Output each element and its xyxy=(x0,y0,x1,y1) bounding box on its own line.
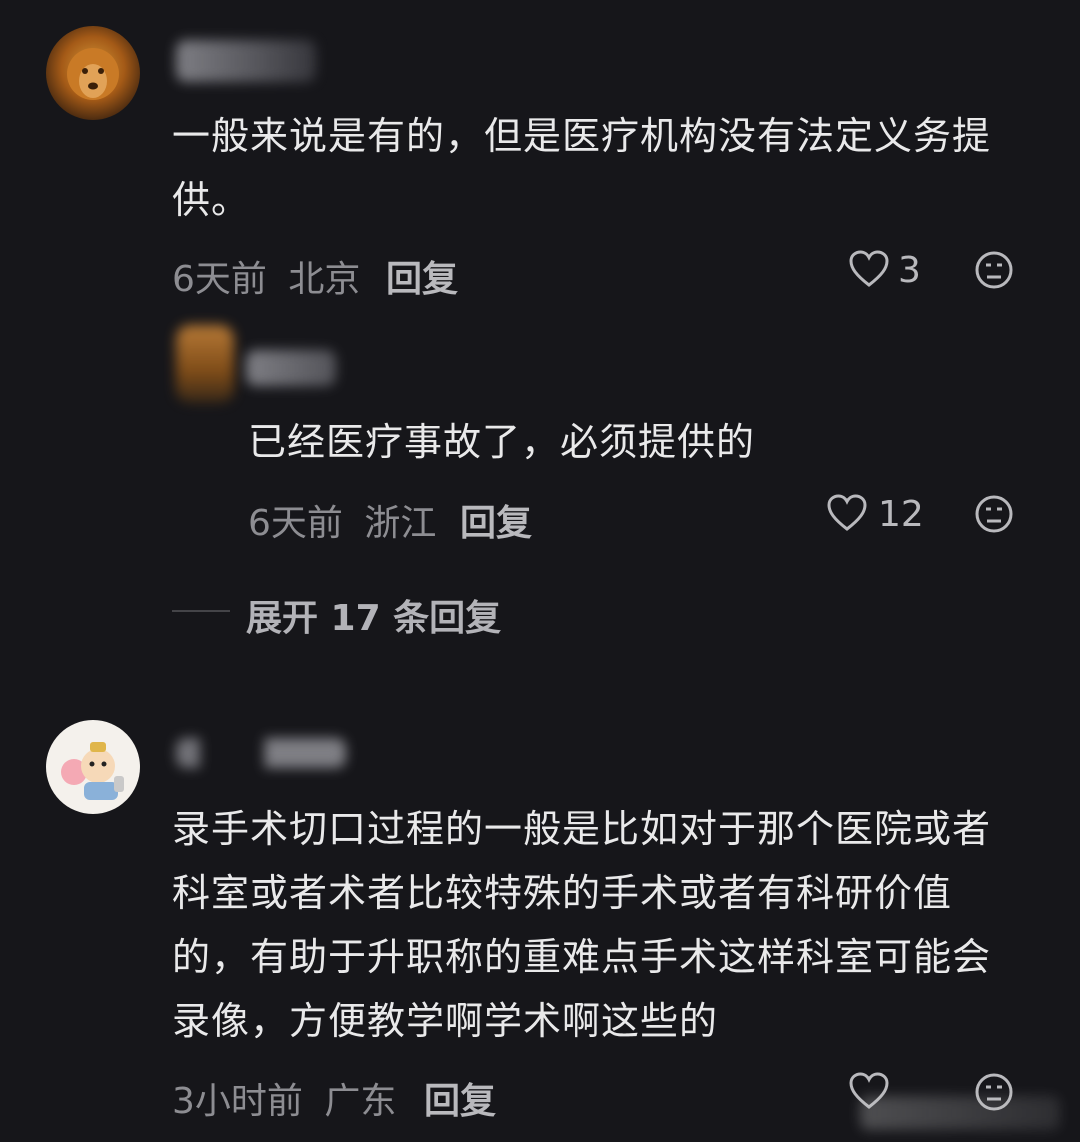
reply-meta: 6天前 浙江 xyxy=(248,494,436,546)
meh-face-icon xyxy=(975,251,1013,289)
like-count: 3 xyxy=(898,250,921,291)
dislike-button[interactable] xyxy=(974,250,1014,290)
comment-time: 6天前 xyxy=(172,259,267,300)
comment-text: 一般来说是有的，但是医疗机构没有法定义务提供。 xyxy=(172,114,992,222)
reply-button[interactable]: 回复 xyxy=(386,250,458,302)
username-blurred[interactable] xyxy=(176,40,316,82)
comment2-time: 3小时前 xyxy=(172,1081,303,1122)
reply-like-button[interactable] xyxy=(826,493,868,533)
comment2-text: 录手术切口过程的一般是比如对于那个医院或者科室或者术者比较特殊的手术或者有科研价… xyxy=(172,807,992,1043)
meh-face-icon xyxy=(975,495,1013,533)
reply-avatar[interactable] xyxy=(176,325,234,403)
reply-dislike-button[interactable] xyxy=(974,494,1014,534)
avatar-cartoon[interactable] xyxy=(46,720,140,814)
lion-face-icon xyxy=(67,48,119,100)
username2-blurred[interactable] xyxy=(176,738,346,768)
avatar-lion[interactable] xyxy=(46,26,140,120)
reply-reply-button[interactable]: 回复 xyxy=(460,494,532,546)
reply-like-count: 12 xyxy=(878,494,924,535)
comment-location: 北京 xyxy=(288,259,361,300)
cartoon-pig-boy-icon xyxy=(61,742,124,800)
reply-location: 浙江 xyxy=(364,503,437,544)
reply-username-blurred[interactable] xyxy=(246,350,336,386)
expand-replies-button[interactable]: 展开 17 条回复 xyxy=(246,589,501,641)
watermark xyxy=(860,1096,1060,1130)
comment2-location: 广东 xyxy=(324,1081,397,1122)
reply-time: 6天前 xyxy=(248,503,343,544)
comment2-reply-button[interactable]: 回复 xyxy=(424,1072,496,1124)
heart-outline-icon xyxy=(827,494,867,531)
comment2-meta: 3小时前 广东 xyxy=(172,1072,396,1124)
like-button[interactable] xyxy=(848,249,890,289)
heart-outline-icon xyxy=(849,250,889,287)
expand-divider xyxy=(172,610,230,612)
reply-text: 已经医疗事故了，必须提供的 xyxy=(248,420,756,464)
comment-meta: 6天前 北京 xyxy=(172,250,360,302)
